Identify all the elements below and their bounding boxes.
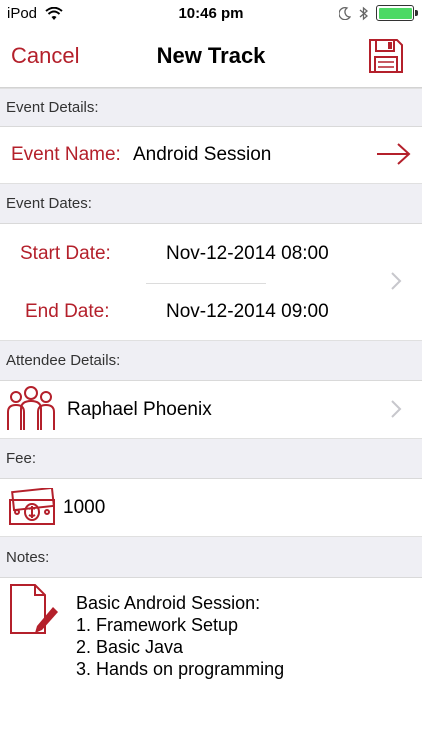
section-label: Event Details: <box>6 99 99 116</box>
notes-line: 3. Hands on programming <box>76 659 285 679</box>
notes-row[interactable]: Basic Android Session: 1. Framework Setu… <box>0 578 422 750</box>
attendee-name: Raphael Phoenix <box>67 399 212 420</box>
event-name-label: Event Name: <box>11 144 121 165</box>
section-header-attendee-details: Attendee Details: <box>0 340 422 381</box>
attendee-row[interactable]: Raphael Phoenix <box>0 381 422 438</box>
section-label: Notes: <box>6 548 50 566</box>
notes-line: 2. Basic Java <box>76 637 184 657</box>
chevron-right-icon[interactable] <box>390 400 402 418</box>
start-date-label: Start Date: <box>20 243 111 264</box>
section-label: Event Dates: <box>6 195 92 212</box>
battery-icon <box>376 5 418 21</box>
end-date-value[interactable]: Nov-12-2014 09:00 <box>166 301 329 323</box>
section-label: Fee: <box>6 450 37 467</box>
event-dates-row[interactable]: Start Date: Nov-12-2014 08:00 End Date: … <box>0 224 422 340</box>
moon-icon <box>339 6 351 20</box>
event-name-value: Android Session <box>133 144 272 165</box>
page-title: New Track <box>156 43 266 68</box>
status-right <box>339 5 418 21</box>
arrow-right-icon[interactable] <box>376 143 412 165</box>
people-group-icon <box>7 386 55 430</box>
notes-line: Basic Android Session: <box>76 593 261 613</box>
section-header-notes: Notes: <box>0 536 422 578</box>
section-header-event-dates: Event Dates: <box>0 183 422 224</box>
notes-line: 1. Framework Setup <box>76 615 239 635</box>
event-name-row[interactable]: Event Name: Android Session <box>0 127 422 183</box>
notes-text[interactable]: Basic Android Session: 1. Framework Setu… <box>76 592 284 680</box>
fee-row[interactable]: 1000 <box>0 479 422 536</box>
save-icon[interactable] <box>368 38 404 74</box>
nav-bar: Cancel New Track <box>0 30 422 88</box>
fee-value[interactable]: 1000 <box>63 497 105 519</box>
document-edit-icon <box>10 584 58 634</box>
chevron-right-icon[interactable] <box>390 272 402 290</box>
section-header-fee: Fee: <box>0 438 422 479</box>
section-header-event-details: Event Details: <box>0 88 422 127</box>
date-divider <box>146 283 266 284</box>
status-bar: iPod 10:46 pm <box>0 0 422 30</box>
bluetooth-icon <box>359 6 368 20</box>
money-icon <box>9 488 55 525</box>
end-date-label: End Date: <box>25 301 110 322</box>
battery-fill <box>378 7 412 19</box>
start-date-value[interactable]: Nov-12-2014 08:00 <box>166 243 329 265</box>
section-label: Attendee Details: <box>6 352 121 369</box>
